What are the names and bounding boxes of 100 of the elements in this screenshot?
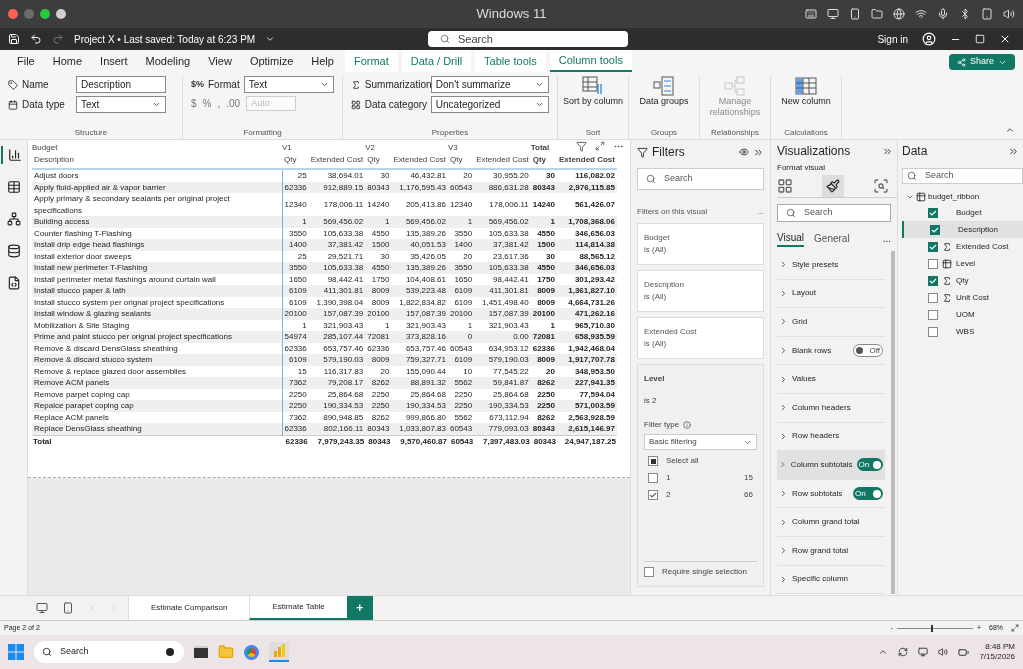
- checkbox[interactable]: [928, 292, 938, 303]
- document-title[interactable]: Project X • Last saved: Today at 6:23 PM: [74, 31, 256, 47]
- column-header[interactable]: Extended Cost: [393, 154, 446, 164]
- info-icon[interactable]: [683, 421, 692, 429]
- ribbon-tab[interactable]: Home: [43, 50, 92, 72]
- ribbon-tab[interactable]: Modeling: [136, 50, 200, 72]
- column-header[interactable]: Extended Cost: [310, 154, 364, 164]
- pane-tab[interactable]: General: [814, 231, 850, 246]
- page-tab[interactable]: Estimate Table: [249, 596, 347, 620]
- page-tab[interactable]: Estimate Comparison: [128, 596, 250, 620]
- pane-tab[interactable]: Visual: [777, 230, 805, 247]
- search-field[interactable]: Search: [34, 641, 184, 663]
- folder-icon[interactable]: [871, 8, 883, 20]
- tablet-icon[interactable]: [981, 8, 993, 20]
- field-item[interactable]: Qty: [902, 272, 1023, 289]
- column-header[interactable]: Extended Cost: [476, 154, 529, 164]
- ribbon-tab[interactable]: View: [199, 50, 241, 72]
- column-header[interactable]: Qty: [367, 154, 380, 164]
- redo-icon[interactable]: [52, 33, 64, 45]
- format-section[interactable]: Specific column: [777, 565, 885, 595]
- browser-icon[interactable]: [244, 644, 259, 660]
- undo-icon[interactable]: [30, 33, 42, 45]
- ribbon-tab[interactable]: Insert: [91, 50, 137, 72]
- clock-date[interactable]: 7/15/2026: [979, 652, 1015, 662]
- more-options-button[interactable]: ...: [882, 231, 891, 246]
- filter-card[interactable]: Description is (All): [637, 270, 764, 312]
- expand-icon[interactable]: [906, 193, 914, 201]
- format-section[interactable]: Column subtotals On: [777, 451, 885, 480]
- table-visual[interactable]: [28, 140, 630, 478]
- checkbox[interactable]: [928, 241, 938, 252]
- filter-icon[interactable]: [576, 141, 587, 152]
- ribbon-tab[interactable]: File: [8, 50, 44, 72]
- tray-overflow-icon[interactable]: [878, 647, 889, 657]
- option-label[interactable]: 1: [666, 472, 737, 484]
- summarization-select[interactable]: Don't summarize: [430, 76, 549, 93]
- search-field[interactable]: Search: [777, 204, 891, 222]
- filter-type-select[interactable]: Basic filtering: [644, 434, 757, 450]
- task-view-icon[interactable]: [194, 646, 208, 658]
- analytics-icon[interactable]: [873, 177, 889, 194]
- field-item[interactable]: UOM: [902, 306, 1023, 323]
- user-icon[interactable]: [922, 32, 936, 46]
- keyboard-icon[interactable]: [805, 8, 817, 20]
- format-section[interactable]: Row grand total: [777, 536, 885, 566]
- table-name[interactable]: budget_ribbon: [928, 191, 980, 203]
- format-section[interactable]: Column headers: [777, 393, 885, 423]
- close-icon[interactable]: [999, 33, 1011, 45]
- format-button[interactable]: %: [202, 96, 212, 111]
- search-field[interactable]: Search: [902, 168, 1023, 184]
- speaker-icon[interactable]: [938, 647, 949, 657]
- format-visual-tab[interactable]: [822, 174, 844, 197]
- bluetooth-icon[interactable]: [959, 8, 971, 20]
- checkbox[interactable]: [644, 567, 654, 577]
- desktop-layout-icon[interactable]: [36, 602, 48, 614]
- caret-icon[interactable]: [265, 34, 276, 44]
- toggle-switch[interactable]: Off: [853, 344, 883, 358]
- data-category-select[interactable]: Uncategorized: [430, 96, 549, 113]
- ribbon-tab[interactable]: Format: [344, 50, 398, 72]
- more-options-button[interactable]: ...: [757, 206, 764, 218]
- ribbon-tab[interactable]: Table tools: [475, 50, 546, 72]
- name-field[interactable]: Description: [76, 76, 166, 93]
- format-button[interactable]: .00: [226, 96, 241, 111]
- checkbox[interactable]: [930, 224, 940, 235]
- checkbox[interactable]: [928, 326, 938, 337]
- ribbon-tab[interactable]: Data / Drill: [401, 50, 472, 72]
- ribbon-button[interactable]: Data groups: [633, 76, 695, 127]
- filter-card[interactable]: Level is 2 Filter type Basic filtering Select all 1 15 2 66 Require single selection: [637, 364, 764, 587]
- start-icon[interactable]: [8, 644, 24, 660]
- column-header[interactable]: Qty: [449, 154, 463, 164]
- filter-card[interactable]: Extended Cost is (All): [637, 317, 764, 359]
- zoom-slider-thumb[interactable]: [931, 624, 934, 632]
- data-type-select[interactable]: Text: [76, 96, 166, 113]
- toggle-switch[interactable]: On: [856, 458, 883, 472]
- eye-icon[interactable]: [739, 147, 749, 157]
- display-icon[interactable]: [827, 8, 839, 20]
- field-item[interactable]: WBS: [902, 323, 1023, 340]
- sign-in-link[interactable]: Sign in: [877, 31, 908, 47]
- collapse-ribbon-icon[interactable]: [1005, 125, 1015, 135]
- speaker-icon[interactable]: [1003, 8, 1015, 20]
- column-header[interactable]: Extended Cost: [558, 154, 615, 164]
- mobile-layout-icon[interactable]: [62, 602, 74, 614]
- ribbon-tab[interactable]: Column tools: [549, 50, 632, 72]
- network-icon[interactable]: [918, 647, 929, 657]
- fit-page-icon[interactable]: [1011, 624, 1019, 632]
- format-section[interactable]: Column grand total: [777, 508, 885, 537]
- option-label[interactable]: 2: [666, 489, 737, 501]
- field-item[interactable]: Extended Cost: [902, 238, 1023, 255]
- battery-icon[interactable]: [958, 646, 970, 658]
- column-header[interactable]: Qty: [284, 154, 297, 164]
- save-icon[interactable]: [8, 33, 20, 45]
- format-section[interactable]: Grid: [777, 308, 885, 337]
- field-item[interactable]: Description: [902, 221, 1023, 238]
- checkbox[interactable]: [928, 258, 938, 269]
- clock-time[interactable]: 8:48 PM: [985, 642, 1015, 652]
- maximize-icon[interactable]: [975, 34, 985, 44]
- globe-icon[interactable]: [893, 8, 905, 20]
- ribbon-button[interactable]: New column: [775, 76, 837, 127]
- format-button[interactable]: ,: [217, 96, 221, 111]
- checkbox[interactable]: [928, 207, 938, 218]
- search-field[interactable]: Search: [428, 31, 628, 47]
- microphone-icon[interactable]: [937, 8, 949, 20]
